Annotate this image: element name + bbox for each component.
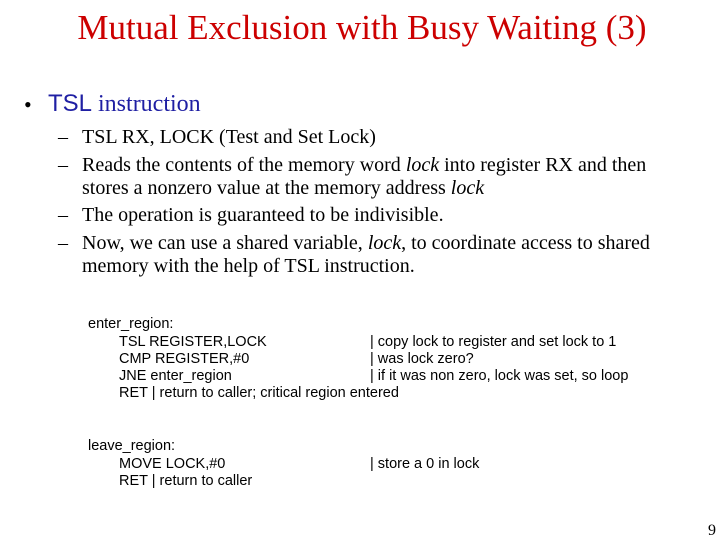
- code-comment: | was lock zero?: [370, 351, 474, 367]
- bullet-keyword: TSL: [48, 90, 93, 117]
- dash-marker: –: [58, 126, 68, 148]
- bullet-marker: •: [24, 92, 32, 117]
- page-number: 9: [708, 522, 716, 539]
- code-comment: | store a 0 in lock: [370, 456, 480, 472]
- subitem-4-line-1: Now, we can use a shared variable, lock,…: [82, 232, 650, 254]
- code-instr: RET | return to caller; critical region …: [119, 385, 399, 401]
- code-comment: | copy lock to register and set lock to …: [370, 334, 617, 350]
- dash-marker: –: [58, 154, 68, 176]
- code-instr: JNE enter_region: [119, 368, 232, 384]
- slide-title: Mutual Exclusion with Busy Waiting (3): [77, 8, 647, 47]
- code-leave-label: leave_region:: [88, 438, 176, 454]
- subitem-1-text: TSL RX, LOCK (Test and Set Lock): [82, 126, 376, 148]
- bullet-rest: instruction: [92, 91, 201, 117]
- code-enter-label: enter_region:: [88, 316, 174, 332]
- code-instr: MOVE LOCK,#0: [119, 456, 226, 472]
- code-comment: | if it was non zero, lock was set, so l…: [370, 368, 629, 384]
- dash-marker: –: [58, 232, 68, 254]
- subitem-2-line-1: Reads the contents of the memory word lo…: [82, 154, 647, 176]
- code-instr: RET | return to caller: [119, 473, 253, 489]
- code-instr: CMP REGISTER,#0: [119, 351, 250, 367]
- subitem-2-line-2: stores a nonzero value at the memory add…: [82, 177, 485, 199]
- dash-marker: –: [58, 204, 68, 226]
- code-instr: TSL REGISTER,LOCK: [119, 334, 267, 350]
- subitem-4-line-2: memory with the help of TSL instruction.: [82, 255, 415, 277]
- bullet-text: TSL instruction: [48, 90, 201, 118]
- subitem-3-text: The operation is guaranteed to be indivi…: [82, 204, 444, 226]
